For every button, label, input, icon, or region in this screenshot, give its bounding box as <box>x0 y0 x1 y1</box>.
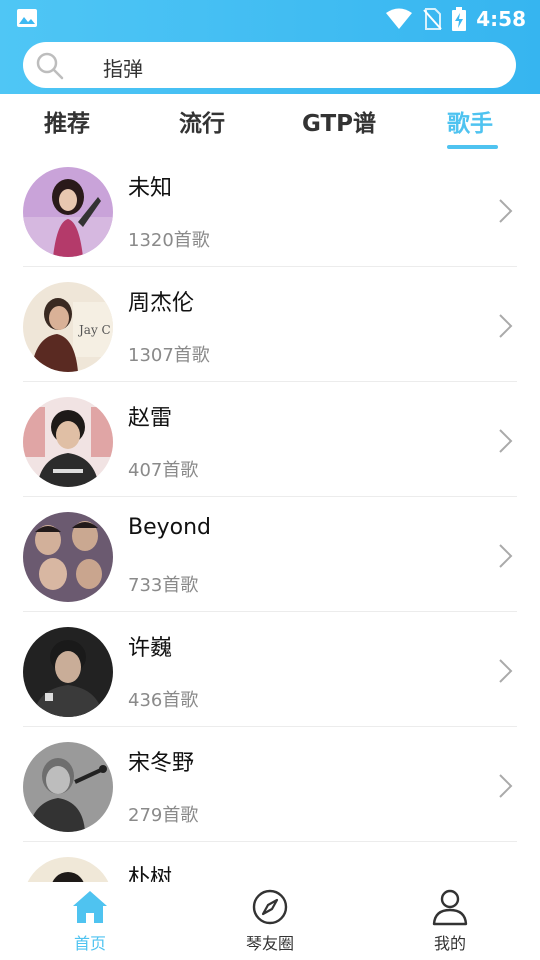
artist-name: 朴树 <box>128 866 173 882</box>
top-header: 4:58 指弹 <box>0 0 540 94</box>
chevron-right-icon <box>499 659 513 683</box>
avatar <box>23 397 113 487</box>
artist-row[interactable]: 宋冬野 279首歌 <box>0 727 540 842</box>
gallery-notification-icon <box>17 9 37 27</box>
song-count: 407首歌 <box>128 460 199 481</box>
song-count: 436首歌 <box>128 690 199 711</box>
battery-charging-icon <box>452 7 467 31</box>
avatar <box>23 167 113 257</box>
search-value: 指弹 <box>103 57 143 81</box>
nav-profile-label: 我的 <box>433 934 466 953</box>
person-icon <box>432 889 468 926</box>
tab-singers[interactable]: 歌手 <box>447 104 493 138</box>
song-count: 279首歌 <box>128 805 199 826</box>
artist-name: Beyond <box>128 515 212 540</box>
artist-row[interactable]: 未知 1320首歌 <box>0 152 540 267</box>
avatar <box>23 512 113 602</box>
category-tabs: 推荐 流行 GTP谱 歌手 <box>0 94 540 152</box>
nav-profile[interactable]: 我的 <box>400 882 500 960</box>
status-bar: 4:58 <box>0 0 540 38</box>
avatar <box>23 742 113 832</box>
artist-row[interactable]: 朴树 <box>0 842 540 882</box>
artist-name: 许巍 <box>128 636 173 661</box>
artist-name: 宋冬野 <box>128 751 195 776</box>
bottom-navigation: 首页 琴友圈 我的 <box>0 882 540 960</box>
tab-gtp[interactable]: GTP谱 <box>302 104 376 138</box>
artist-name: 未知 <box>128 176 173 201</box>
avatar <box>23 857 113 882</box>
wifi-icon <box>386 8 413 29</box>
avatar: Jay C <box>23 282 113 372</box>
nav-home[interactable]: 首页 <box>40 882 140 960</box>
chevron-right-icon <box>499 429 513 453</box>
nav-community[interactable]: 琴友圈 <box>220 882 320 960</box>
home-icon <box>73 891 107 923</box>
song-count: 1307首歌 <box>128 345 210 366</box>
chevron-right-icon <box>499 544 513 568</box>
clock: 4:58 <box>476 7 526 31</box>
search-icon[interactable] <box>35 51 65 81</box>
tab-recommend[interactable]: 推荐 <box>44 104 90 138</box>
song-count: 1320首歌 <box>128 230 210 251</box>
nav-community-label: 琴友圈 <box>245 934 294 953</box>
no-sim-icon <box>423 8 442 30</box>
chevron-right-icon <box>499 314 513 338</box>
song-count: 733首歌 <box>128 575 199 596</box>
avatar <box>23 627 113 717</box>
search-input[interactable]: 指弹 <box>23 42 516 88</box>
nav-home-label: 首页 <box>73 934 106 953</box>
compass-icon <box>252 889 288 925</box>
artist-name: 赵雷 <box>128 406 173 431</box>
chevron-right-icon <box>499 774 513 798</box>
chevron-right-icon <box>499 199 513 223</box>
artist-list: 未知 1320首歌 Jay C 周杰伦 1307首歌 赵雷 407首歌 Beyo… <box>0 152 540 882</box>
artist-row[interactable]: Jay C 周杰伦 1307首歌 <box>0 267 540 382</box>
artist-row[interactable]: 赵雷 407首歌 <box>0 382 540 497</box>
active-tab-indicator <box>447 145 498 149</box>
artist-row[interactable]: 许巍 436首歌 <box>0 612 540 727</box>
artist-row[interactable]: Beyond 733首歌 <box>0 497 540 612</box>
svg-text:Jay C: Jay C <box>77 323 111 337</box>
tab-popular[interactable]: 流行 <box>179 104 225 138</box>
artist-name: 周杰伦 <box>128 291 195 316</box>
